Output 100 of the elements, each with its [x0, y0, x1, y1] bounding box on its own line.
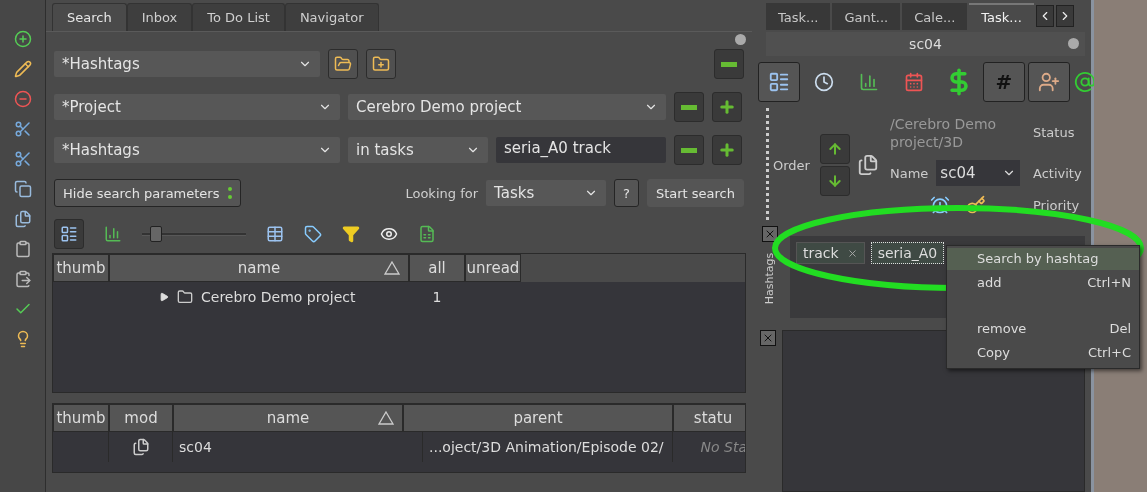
alarm-clock-icon[interactable]: [930, 195, 950, 216]
document-icon: [857, 154, 879, 176]
arrow-up-icon: [827, 141, 843, 157]
tab[interactable]: Navigator: [284, 3, 379, 31]
tab[interactable]: Task...: [766, 2, 831, 30]
column-header[interactable]: statu: [673, 404, 745, 432]
table-icon[interactable]: [266, 225, 284, 243]
value-dropdown[interactable]: Cerebro Demo project: [348, 94, 666, 120]
eye-icon[interactable]: [380, 225, 398, 243]
files-icon: [13, 210, 32, 228]
scissors-icon: [13, 150, 32, 168]
priority-label: Priority: [1033, 197, 1081, 213]
column-header[interactable]: mod: [109, 404, 173, 432]
table-cell-text: 1: [431, 288, 443, 307]
column-header[interactable]: name: [173, 404, 403, 432]
tree-row[interactable]: Cerebro Demo project: [109, 282, 409, 312]
calendar-icon: [904, 72, 924, 92]
name-dropdown[interactable]: sc04: [936, 160, 1021, 187]
move-down-button[interactable]: [820, 166, 850, 196]
slider-thumb[interactable]: [149, 226, 162, 242]
toolbar-button[interactable]: [1028, 62, 1070, 102]
key-icon[interactable]: [966, 195, 986, 216]
mode-dropdown[interactable]: in tasks: [348, 137, 488, 163]
at-icon: [1074, 71, 1096, 93]
clock-icon: [814, 72, 834, 92]
start-search-button[interactable]: Start search: [646, 179, 744, 207]
menu-item[interactable]: add Ctrl+N: [947, 272, 1139, 294]
sort-icon: [378, 411, 394, 425]
document-icon: [131, 438, 150, 456]
plus-icon: [718, 98, 736, 116]
tab[interactable]: Gant...: [832, 2, 901, 30]
dots-icon: [227, 185, 232, 201]
name-label: Name: [890, 165, 929, 181]
remove-icon: [13, 90, 32, 108]
help-button[interactable]: ?: [614, 179, 639, 207]
column-header[interactable]: all: [409, 254, 465, 282]
field-dropdown[interactable]: *Hashtags: [54, 137, 340, 163]
new-folder-button[interactable]: [366, 49, 396, 79]
hashtags-label: Hashtags: [763, 252, 777, 305]
order-label: Order: [773, 157, 811, 173]
chart-icon: [859, 72, 879, 92]
scroll-left-button[interactable]: [1035, 5, 1054, 27]
column-header[interactable]: unread: [465, 254, 521, 282]
table-cell: sc04: [173, 432, 423, 462]
open-folder-button[interactable]: [328, 49, 358, 79]
folder-icon: [372, 55, 390, 73]
toolbar-button[interactable]: [758, 62, 800, 102]
column-header[interactable]: thumb: [53, 404, 109, 432]
hashtag-chip[interactable]: track: [796, 242, 865, 264]
minus-icon: [681, 147, 697, 153]
hashtag-chip[interactable]: seria_A0: [870, 242, 945, 264]
folder-icon: [177, 289, 193, 305]
copy-icon: [13, 180, 32, 198]
paste-icon: [13, 270, 32, 288]
scissors-icon: [13, 120, 32, 138]
preset-dropdown[interactable]: *Hashtags: [54, 51, 320, 77]
column-header[interactable]: parent: [403, 404, 673, 432]
minus-icon: [721, 61, 737, 67]
filter-icon[interactable]: [342, 225, 360, 243]
card-icon: [768, 71, 790, 93]
remove-criterion-button[interactable]: [674, 92, 704, 122]
move-up-button[interactable]: [820, 134, 850, 164]
task-title: sc04: [766, 32, 1085, 56]
column-header[interactable]: name: [109, 254, 409, 282]
tab[interactable]: Inbox: [126, 3, 193, 31]
column-header[interactable]: thumb: [53, 254, 109, 282]
person-icon: [1038, 71, 1060, 93]
menu-item[interactable]: Search by hashtag: [947, 248, 1139, 270]
tab[interactable]: Cale...: [902, 2, 968, 30]
expand-arrow-icon[interactable]: [159, 292, 169, 302]
add-criterion-button[interactable]: [712, 92, 742, 122]
looking-for-dropdown[interactable]: Tasks: [486, 180, 606, 206]
activity-label: Activity: [1033, 165, 1083, 181]
status-label: Status: [1033, 125, 1076, 141]
chart-icon[interactable]: [104, 225, 122, 243]
menu-item[interactable]: remove Del: [947, 318, 1139, 340]
add-criterion-button[interactable]: [712, 135, 742, 165]
card-icon: [60, 225, 78, 243]
table-cell: ...oject/3D Animation/Episode 02/: [423, 432, 673, 462]
looking-for-label: Looking for: [405, 185, 478, 201]
input-field[interactable]: seria_A0 track: [496, 137, 666, 163]
sort-icon: [384, 261, 400, 275]
plus-icon: [718, 141, 736, 159]
task-path: /Cerebro Demo project/3D: [890, 114, 998, 151]
minus-icon: [681, 104, 697, 110]
field-dropdown[interactable]: *Project: [54, 94, 340, 120]
menu-item[interactable]: Copy Ctrl+C: [947, 342, 1139, 364]
hide-parameters-button[interactable]: Hide search parameters: [54, 179, 241, 207]
scroll-right-button[interactable]: [1055, 5, 1074, 27]
tab[interactable]: Search: [52, 3, 127, 31]
arrow-down-icon: [827, 173, 843, 189]
collapse-button[interactable]: [714, 49, 744, 79]
tag-icon[interactable]: [304, 225, 322, 243]
folder-icon: [334, 55, 352, 73]
view-toggle-button[interactable]: [54, 219, 84, 249]
clipboard-icon: [13, 240, 32, 258]
pencil-icon: [13, 60, 32, 78]
spreadsheet-icon[interactable]: [418, 225, 436, 243]
remove-criterion-button[interactable]: [674, 135, 704, 165]
tab[interactable]: To Do List: [192, 3, 285, 31]
